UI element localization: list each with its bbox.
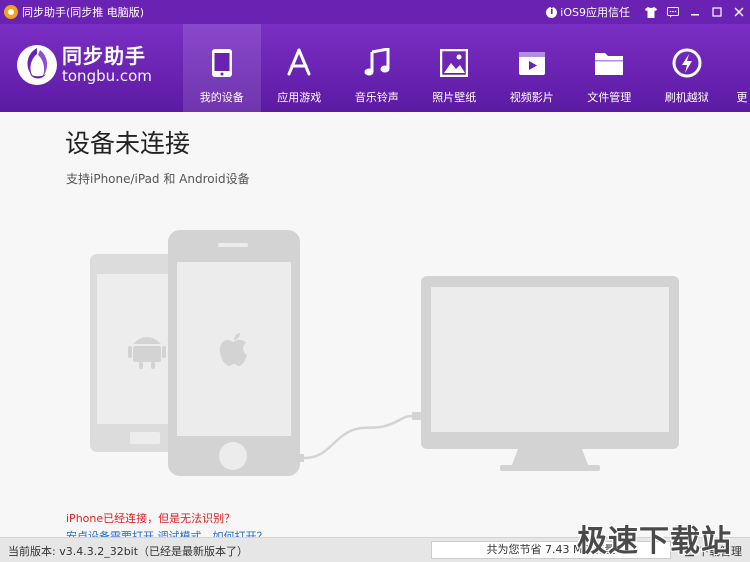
nav-label-more: 更 xyxy=(736,91,748,104)
android-phone-illustration xyxy=(90,254,180,452)
more-icon xyxy=(726,46,748,80)
main-header: 同步助手 tongbu.com 我的设备 应用游戏 音乐铃声 照片壁纸 视频影片… xyxy=(0,24,750,112)
nav-file-manager[interactable]: 文件管理 xyxy=(571,24,649,112)
nav-label-file-manager: 文件管理 xyxy=(587,91,632,104)
nav-flash-jailbreak[interactable]: 刷机越狱 xyxy=(648,24,726,112)
picture-icon xyxy=(437,46,471,80)
brand-domain: tongbu.com xyxy=(62,67,152,85)
nav-more[interactable]: 更 xyxy=(726,24,748,112)
nav-label-flash-jailbreak: 刷机越狱 xyxy=(664,91,709,104)
device-connection-illustration xyxy=(90,230,679,476)
maximize-icon[interactable] xyxy=(706,0,728,24)
window-title: 同步助手(同步推 电脑版) xyxy=(22,6,145,19)
music-note-icon xyxy=(360,46,394,80)
main-nav: 我的设备 应用游戏 音乐铃声 照片壁纸 视频影片 文件管理 刷机越狱 更 xyxy=(183,24,748,112)
brand-logo: 同步助手 tongbu.com xyxy=(16,44,152,86)
ios-trust-label: iOS9应用信任 xyxy=(560,6,630,19)
minimize-icon[interactable] xyxy=(684,0,706,24)
message-icon[interactable] xyxy=(662,0,684,24)
brand-name: 同步助手 xyxy=(62,44,146,68)
nav-label-my-device: 我的设备 xyxy=(199,91,244,104)
flash-icon xyxy=(670,46,704,80)
nav-label-photos-wallpapers: 照片壁纸 xyxy=(432,91,477,104)
usb-cable-illustration xyxy=(298,412,421,462)
nav-photos-wallpapers[interactable]: 照片壁纸 xyxy=(416,24,494,112)
nav-label-music-ringtones: 音乐铃声 xyxy=(354,91,399,104)
nav-music-ringtones[interactable]: 音乐铃声 xyxy=(338,24,416,112)
film-icon xyxy=(515,46,549,80)
close-icon[interactable] xyxy=(728,0,750,24)
phone-icon xyxy=(205,46,239,80)
nav-label-videos: 视频影片 xyxy=(509,91,554,104)
iphone-illustration xyxy=(168,230,300,476)
nav-label-apps-games: 应用游戏 xyxy=(277,91,322,104)
nav-my-device[interactable]: 我的设备 xyxy=(183,24,261,112)
nav-videos[interactable]: 视频影片 xyxy=(493,24,571,112)
site-watermark: 极速下载站 xyxy=(577,524,732,559)
appstore-icon xyxy=(282,46,316,80)
info-icon: i xyxy=(546,6,558,18)
computer-monitor-illustration xyxy=(421,276,679,471)
device-panel: 设备未连接 支持iPhone/iPad 和 Android设备 iPhone已经… xyxy=(0,112,750,543)
version-info: 当前版本: v3.4.3.2_32bit（已经是最新版本了） xyxy=(8,545,249,558)
nav-apps-games[interactable]: 应用游戏 xyxy=(261,24,339,112)
title-bar: 同步助手(同步推 电脑版) i iOS9应用信任 xyxy=(0,0,750,24)
folder-icon xyxy=(592,46,626,80)
ios-trust-link[interactable]: i iOS9应用信任 xyxy=(546,4,630,20)
iphone-unrecognized-link[interactable]: iPhone已经连接，但是无法识别？ xyxy=(66,510,235,526)
shirt-icon[interactable] xyxy=(640,0,662,24)
title-bar-controls: i iOS9应用信任 xyxy=(546,0,750,24)
app-logo-icon xyxy=(4,5,18,19)
tongbu-logo-icon xyxy=(16,44,58,86)
